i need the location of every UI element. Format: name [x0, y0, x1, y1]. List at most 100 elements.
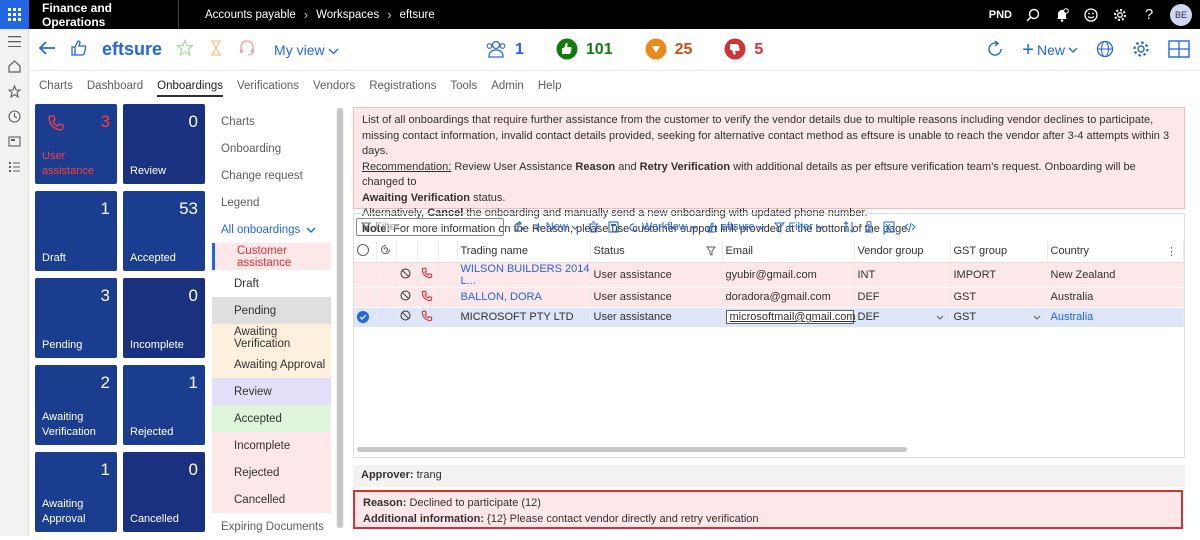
- headset-support-icon[interactable]: [238, 39, 256, 60]
- delete-trash-icon[interactable]: [588, 221, 599, 233]
- kpi-assistance[interactable]: 1: [485, 39, 524, 62]
- hourglass-icon[interactable]: [208, 39, 224, 60]
- help-icon[interactable]: ?: [1141, 6, 1157, 23]
- country-cell[interactable]: Australia: [1047, 307, 1184, 328]
- favorites-star-icon[interactable]: [0, 79, 29, 104]
- status-filter-review[interactable]: Review: [212, 378, 331, 405]
- kpi-rejected[interactable]: 5: [724, 38, 763, 63]
- calculator-icon[interactable]: [608, 221, 619, 233]
- email-field[interactable]: microsoftmail@gmail.com: [725, 310, 856, 324]
- grid-new-button[interactable]: + New: [534, 219, 579, 236]
- notification-bell-icon[interactable]: [1054, 7, 1070, 23]
- filter-input[interactable]: Filter: [356, 218, 504, 236]
- thumbs-up-outline-icon[interactable]: [70, 39, 88, 60]
- status-filter-incomplete[interactable]: Incomplete: [212, 432, 331, 459]
- attachment-icon[interactable]: [864, 221, 874, 233]
- status-filter-customer-assistance[interactable]: Customer assistance: [212, 243, 331, 270]
- table-row[interactable]: BALLON, DORA User assistance doradora@gm…: [354, 287, 1184, 308]
- column-header-vendor-group[interactable]: Vendor group: [854, 241, 951, 263]
- avatar[interactable]: BE: [1170, 3, 1192, 26]
- trading-name-link[interactable]: BALLON, DORA: [457, 287, 591, 308]
- tile-rejected[interactable]: 1 Rejected: [123, 365, 205, 445]
- hamburger-menu-icon[interactable]: [0, 29, 29, 54]
- column-header-email[interactable]: Email: [722, 241, 855, 263]
- email-cell[interactable]: microsoftmail@gmail.com: [722, 307, 856, 328]
- status-filter-awaiting-verification[interactable]: Awaiting Verification: [212, 324, 331, 351]
- status-filter-accepted[interactable]: Accepted: [212, 405, 331, 432]
- column-header-status[interactable]: Status: [590, 241, 723, 263]
- sort-icon[interactable]: [843, 221, 855, 233]
- my-view-dropdown[interactable]: My view: [274, 42, 339, 58]
- tab-tools[interactable]: Tools: [450, 80, 477, 97]
- legal-entity[interactable]: PND: [989, 9, 1012, 21]
- filter-button[interactable]: Filter: [774, 221, 824, 233]
- trading-name-link[interactable]: WILSON BUILDERS 2014 L...: [457, 262, 591, 288]
- row-select-cell[interactable]: [354, 287, 377, 308]
- horizontal-scrollbar[interactable]: [357, 447, 907, 452]
- link-onboarding[interactable]: Onboarding: [212, 135, 333, 162]
- recent-clock-icon[interactable]: [0, 104, 29, 129]
- kpi-accepted[interactable]: 101: [556, 38, 613, 63]
- status-filter-pending[interactable]: Pending: [212, 297, 331, 324]
- breadcrumb-item[interactable]: eftsure: [400, 9, 435, 21]
- more-options-icon[interactable]: ⋮: [1166, 245, 1177, 258]
- status-filter-cancelled[interactable]: Cancelled: [212, 486, 331, 513]
- tile-awaiting-verification[interactable]: 2 Awaiting Verification: [35, 365, 117, 445]
- eftsure-menu-button[interactable]: eftsure: [707, 221, 766, 233]
- kpi-pending[interactable]: 25: [645, 38, 692, 63]
- row-select-cell[interactable]: [354, 262, 377, 288]
- row-select-cell[interactable]: [354, 307, 377, 328]
- breadcrumb-item[interactable]: Workspaces: [316, 9, 379, 21]
- tile-incomplete[interactable]: 0 Incomplete: [123, 278, 205, 358]
- link-change-request[interactable]: Change request: [212, 162, 333, 189]
- status-filter-rejected[interactable]: Rejected: [212, 459, 331, 486]
- tab-charts[interactable]: Charts: [39, 80, 73, 97]
- breadcrumb-item[interactable]: Accounts payable: [205, 9, 296, 21]
- tab-verifications[interactable]: Verifications: [237, 80, 299, 97]
- layout-icon[interactable]: [1168, 39, 1190, 61]
- home-icon[interactable]: [0, 54, 29, 79]
- globe-icon[interactable]: [1096, 40, 1114, 61]
- tab-onboardings[interactable]: Onboardings: [157, 80, 223, 97]
- trading-name-cell[interactable]: MICROSOFT PTY LTD: [457, 307, 591, 328]
- gear-icon[interactable]: [1132, 40, 1150, 61]
- favorite-star-icon[interactable]: [175, 38, 195, 60]
- settings-gear-icon[interactable]: [1112, 7, 1128, 23]
- back-arrow-icon[interactable]: [38, 40, 56, 59]
- tile-user-assistance[interactable]: 3 User assistance: [35, 104, 117, 184]
- select-all-column[interactable]: [354, 241, 377, 263]
- tab-help[interactable]: Help: [538, 80, 562, 97]
- vertical-scrollbar[interactable]: [336, 108, 344, 528]
- smiley-feedback-icon[interactable]: [1083, 7, 1099, 23]
- app-launcher-icon[interactable]: [0, 0, 29, 29]
- refresh-icon[interactable]: [986, 39, 1004, 61]
- column-header-country[interactable]: Country ⋮: [1047, 241, 1184, 263]
- code-icon[interactable]: [904, 221, 916, 233]
- tile-draft[interactable]: 1 Draft: [35, 191, 117, 271]
- tile-cancelled[interactable]: 0 Cancelled: [123, 452, 205, 532]
- refresh-icon[interactable]: [513, 221, 525, 233]
- column-header-trading-name[interactable]: Trading name: [457, 241, 591, 263]
- tile-pending[interactable]: 3 Pending: [35, 278, 117, 358]
- column-header-gst-group[interactable]: GST group: [950, 241, 1048, 263]
- new-button[interactable]: + New: [1022, 40, 1078, 60]
- link-legend[interactable]: Legend: [212, 189, 333, 216]
- link-charts[interactable]: Charts: [212, 108, 333, 135]
- status-filter-draft[interactable]: Draft: [212, 270, 331, 297]
- tile-awaiting-approval[interactable]: 1 Awaiting Approval: [35, 452, 117, 532]
- search-icon[interactable]: [1025, 7, 1041, 23]
- table-row-selected[interactable]: MICROSOFT PTY LTD User assistance micros…: [354, 307, 1184, 328]
- tile-accepted[interactable]: 53 Accepted: [123, 191, 205, 271]
- workspaces-icon[interactable]: [0, 129, 29, 154]
- status-filter-awaiting-approval[interactable]: Awaiting Approval: [212, 351, 331, 378]
- all-onboardings-toggle[interactable]: All onboardings: [212, 216, 333, 243]
- tab-dashboard[interactable]: Dashboard: [87, 80, 143, 97]
- tab-admin[interactable]: Admin: [491, 80, 524, 97]
- table-row[interactable]: WILSON BUILDERS 2014 L... User assistanc…: [354, 262, 1184, 288]
- excel-icon[interactable]: [883, 221, 895, 233]
- tab-registrations[interactable]: Registrations: [369, 80, 436, 97]
- refresh-column-icon[interactable]: [376, 241, 397, 263]
- tab-vendors[interactable]: Vendors: [313, 80, 355, 97]
- vendor-group-select[interactable]: DEF: [854, 307, 951, 328]
- gst-group-select[interactable]: GST: [950, 307, 1048, 328]
